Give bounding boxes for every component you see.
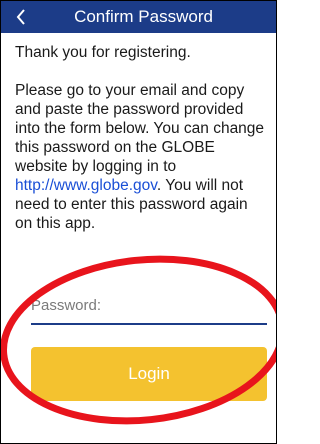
login-button[interactable]: Login — [31, 347, 267, 401]
instructions-block: Thank you for registering. Please go to … — [15, 43, 267, 233]
password-input[interactable] — [31, 291, 267, 325]
instructions-text-before-link: Please go to your email and copy and pas… — [15, 82, 265, 175]
page-title: Confirm Password — [74, 7, 213, 26]
thanks-text: Thank you for registering. — [15, 44, 191, 61]
instructions-paragraph: Please go to your email and copy and pas… — [15, 81, 267, 233]
header-bar: Confirm Password — [1, 1, 276, 33]
globe-website-link[interactable]: http://www.globe.gov — [15, 177, 157, 194]
app-screen: Confirm Password Thank you for registeri… — [0, 0, 277, 444]
password-field-container — [31, 291, 267, 327]
